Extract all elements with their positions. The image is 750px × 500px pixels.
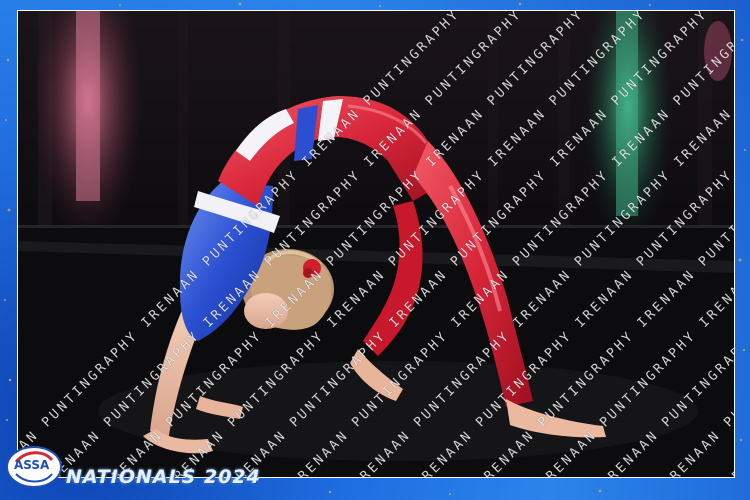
event-title: NATIONALS 2024 [66, 466, 261, 488]
gymnast-photo: IRENAAN PUNTINGRAPHY IRENAAN PUNTINGRAPH… [17, 10, 735, 478]
logo-text: ASSA [14, 458, 50, 472]
photo-frame: IRENAAN PUNTINGRAPHY IRENAAN PUNTINGRAPH… [0, 0, 750, 500]
gymnast-scene-illustration [18, 11, 734, 477]
